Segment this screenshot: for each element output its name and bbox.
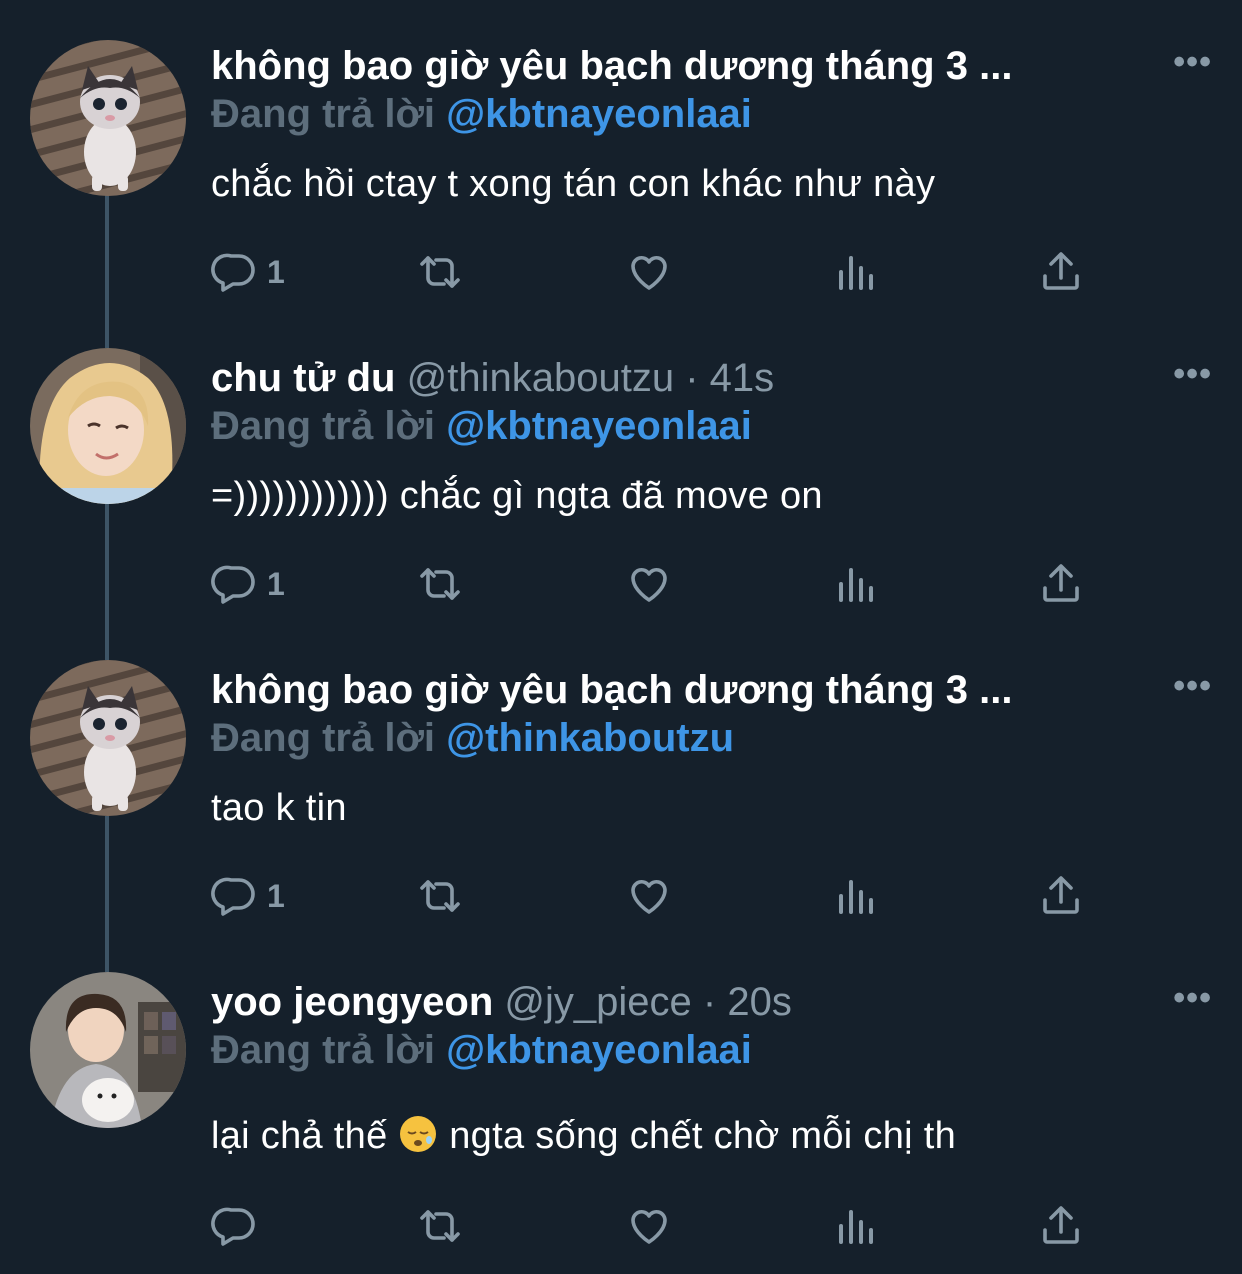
tweet-header: chu tử du @thinkaboutzu · 41s: [211, 352, 1122, 404]
reply-count: 1: [267, 253, 285, 290]
retweet-button[interactable]: [416, 244, 464, 300]
reply-count: 1: [267, 877, 285, 914]
reply-icon: [211, 565, 255, 604]
share-button[interactable]: [1037, 556, 1085, 612]
thread-line: [105, 816, 109, 972]
tweet-text: lại chả thế ngta sống chết chờ mỗi chị t…: [211, 1110, 956, 1162]
more-options-icon[interactable]: •••: [1173, 978, 1212, 1018]
girl-with-dog-avatar-image: [30, 972, 186, 1128]
kitten-avatar-image: [30, 660, 186, 816]
analytics-button[interactable]: [831, 556, 879, 612]
replying-to-label: Đang trả lời: [211, 404, 436, 448]
share-button[interactable]: [1037, 244, 1085, 300]
blonde-girl-avatar-image: [30, 348, 186, 504]
retweet-icon: [420, 256, 460, 288]
reply-button[interactable]: 1: [211, 868, 285, 924]
display-name[interactable]: không bao giờ yêu bạch dương tháng 3 ...: [211, 44, 1012, 88]
avatar[interactable]: [30, 348, 186, 504]
retweet-button[interactable]: [416, 1198, 464, 1254]
tweet-header: không bao giờ yêu bạch dương tháng 3 ...: [211, 664, 1122, 716]
heart-icon: [631, 879, 667, 914]
reply-mention-link[interactable]: @kbtnayeonlaai: [446, 92, 752, 136]
retweet-icon: [420, 568, 460, 600]
like-button[interactable]: [625, 244, 673, 300]
heart-icon: [631, 1209, 667, 1244]
thread-line: [105, 504, 109, 660]
analytics-icon: [839, 256, 873, 290]
replying-to-label: Đang trả lời: [211, 92, 436, 136]
avatar[interactable]: [30, 660, 186, 816]
reply-mention-link[interactable]: @kbtnayeonlaai: [446, 404, 752, 448]
share-icon: [1043, 876, 1079, 914]
like-button[interactable]: [625, 556, 673, 612]
tweet-text: =)))))))))))) chắc gì ngta đã move on: [211, 475, 823, 517]
kitten-avatar-image: [30, 40, 186, 196]
reply-button[interactable]: 1: [211, 244, 285, 300]
thread-line: [105, 192, 109, 348]
reply-button[interactable]: [211, 1198, 259, 1254]
replying-to-label: Đang trả lời: [211, 716, 436, 760]
replying-to: Đang trả lời @kbtnayeonlaai: [211, 400, 752, 452]
retweet-icon: [420, 880, 460, 912]
more-options-icon[interactable]: •••: [1173, 42, 1212, 82]
share-icon: [1043, 252, 1079, 290]
user-handle[interactable]: @thinkaboutzu: [407, 356, 674, 400]
reply-button[interactable]: 1: [211, 556, 285, 612]
timestamp[interactable]: 20s: [727, 980, 792, 1024]
heart-icon: [631, 567, 667, 602]
like-button[interactable]: [625, 868, 673, 924]
tweet-actions: [211, 1198, 1091, 1254]
reply-mention-link[interactable]: @thinkaboutzu: [446, 716, 734, 760]
more-options-icon[interactable]: •••: [1173, 354, 1212, 394]
tweet-text: tao k tin: [211, 787, 347, 829]
share-button[interactable]: [1037, 1198, 1085, 1254]
analytics-icon: [839, 568, 873, 602]
tweet-actions: 1: [211, 868, 1091, 924]
retweet-icon: [420, 1210, 460, 1242]
separator-dot: ·: [702, 980, 717, 1024]
timestamp[interactable]: 41s: [710, 356, 775, 400]
share-button[interactable]: [1037, 868, 1085, 924]
tweet-text-part: lại chả thế: [211, 1115, 388, 1157]
display-name[interactable]: không bao giờ yêu bạch dương tháng 3 ...: [211, 668, 1012, 712]
replying-to: Đang trả lời @kbtnayeonlaai: [211, 1024, 752, 1076]
replying-to: Đang trả lời @thinkaboutzu: [211, 712, 734, 764]
share-icon: [1043, 1206, 1079, 1244]
reply-mention-link[interactable]: @kbtnayeonlaai: [446, 1028, 752, 1072]
sleeping-face-emoji: [400, 1116, 437, 1152]
share-icon: [1043, 564, 1079, 602]
avatar[interactable]: [30, 40, 186, 196]
tweet-actions: 1: [211, 244, 1091, 300]
more-options-icon[interactable]: •••: [1173, 666, 1212, 706]
tweet-header: yoo jeongyeon @jy_piece · 20s: [211, 976, 1122, 1028]
like-button[interactable]: [625, 1198, 673, 1254]
reply-icon: [211, 1207, 255, 1246]
replying-to-label: Đang trả lời: [211, 1028, 436, 1072]
reply-count: 1: [267, 565, 285, 602]
user-handle[interactable]: @jy_piece: [504, 980, 691, 1024]
analytics-icon: [839, 880, 873, 914]
analytics-button[interactable]: [831, 868, 879, 924]
heart-icon: [631, 255, 667, 290]
avatar[interactable]: [30, 972, 186, 1128]
tweet-header: không bao giờ yêu bạch dương tháng 3 ...: [211, 40, 1122, 92]
separator-dot: ·: [685, 356, 699, 400]
analytics-button[interactable]: [831, 1198, 879, 1254]
display-name[interactable]: chu tử du: [211, 356, 396, 400]
reply-icon: [211, 877, 255, 916]
tweet-actions: 1: [211, 556, 1091, 612]
retweet-button[interactable]: [416, 556, 464, 612]
tweet-text: chắc hồi ctay t xong tán con khác như nà…: [211, 163, 936, 205]
analytics-button[interactable]: [831, 244, 879, 300]
tweet-text-part: ngta sống chết chờ mỗi chị th: [449, 1115, 957, 1157]
retweet-button[interactable]: [416, 868, 464, 924]
analytics-icon: [839, 1210, 873, 1244]
replying-to: Đang trả lời @kbtnayeonlaai: [211, 88, 752, 140]
reply-icon: [211, 253, 255, 292]
display-name[interactable]: yoo jeongyeon: [211, 980, 493, 1024]
